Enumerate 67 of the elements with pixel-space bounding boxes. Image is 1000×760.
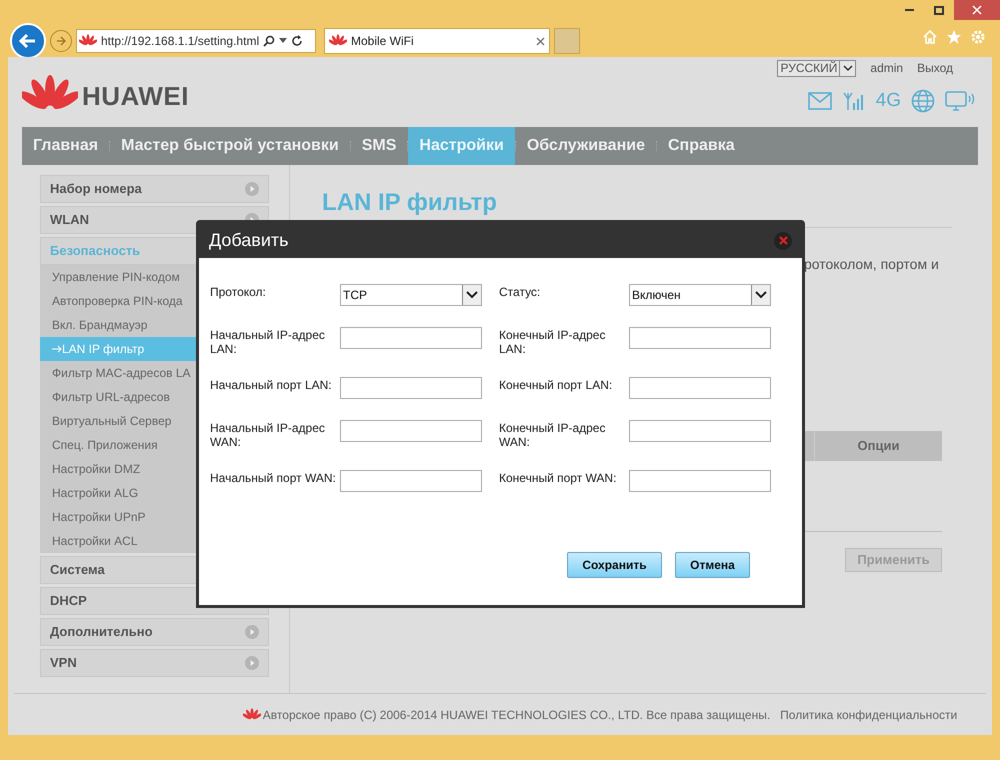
input-field[interactable] (629, 327, 771, 349)
close-button[interactable] (954, 0, 1000, 20)
privacy-link[interactable]: Политика конфиденциальности (780, 706, 958, 724)
mail-icon (808, 92, 832, 110)
field-label: Начальный порт LAN: (210, 377, 333, 392)
tab-close-icon[interactable] (536, 36, 545, 46)
field-label: Конечный порт LAN: (499, 377, 614, 392)
nav-tab[interactable]: Справка (656, 127, 746, 165)
nav-tab[interactable]: Настройки (408, 127, 515, 165)
browser-tab[interactable]: Mobile WiFi (324, 28, 550, 54)
monitor-icon (945, 90, 975, 112)
field-label: Статус: (499, 284, 542, 299)
nav-tab[interactable]: Мастер быстрой установки (110, 127, 350, 165)
search-icon[interactable] (263, 35, 276, 47)
select-field[interactable]: TCP (340, 284, 482, 306)
caret-icon (755, 291, 767, 299)
home-icon[interactable] (922, 29, 938, 45)
nav-tab[interactable]: SMS (350, 127, 408, 165)
globe-icon (911, 89, 935, 114)
network-type: 4G (876, 89, 901, 113)
sidebar-group[interactable]: VPN (40, 649, 269, 677)
tab-title: Mobile WiFi (351, 33, 415, 50)
logout-link[interactable]: Выход (917, 59, 953, 77)
copyright-text: Авторское право (C) 2006-2014 HUAWEI TECHNOLOGIES CO., LTD. Все права защищены. (262, 706, 770, 724)
input-field[interactable] (629, 420, 771, 442)
input-field[interactable] (629, 470, 771, 492)
settings-icon[interactable] (970, 29, 986, 45)
sidebar-group[interactable]: Дополнительно (40, 618, 269, 646)
close-icon (972, 5, 982, 15)
back-button[interactable] (10, 23, 46, 59)
caret-icon (466, 291, 478, 299)
back-arrow-icon (18, 31, 38, 51)
sidebar-group[interactable]: Набор номера (40, 175, 269, 203)
field-label: Конечный IP-адрес WAN: (499, 420, 606, 449)
close-icon (778, 236, 788, 245)
user-link[interactable]: admin (870, 59, 904, 77)
forward-arrow-icon (55, 35, 67, 47)
arrow-icon (52, 345, 62, 353)
field-label: Протокол: (210, 284, 267, 299)
nav-tab[interactable]: Главная (22, 127, 110, 165)
input-field[interactable] (340, 470, 482, 492)
select-field[interactable]: Включен (629, 284, 771, 306)
input-field[interactable] (340, 377, 482, 399)
dialog-button[interactable]: Отмена (675, 552, 750, 578)
signal-icon (842, 91, 866, 112)
close-button[interactable] (774, 232, 792, 250)
input-field[interactable] (340, 327, 482, 349)
refresh-icon[interactable] (291, 35, 304, 47)
nav-tab[interactable]: Обслуживание (516, 127, 656, 165)
new-tab-button[interactable] (554, 28, 580, 54)
address-bar[interactable]: http://192.168.1.1/setting.html (76, 29, 316, 53)
brand-name: HUAWEI (82, 80, 189, 112)
address-text: http://192.168.1.1/setting.html (101, 33, 260, 50)
forward-button[interactable] (50, 30, 72, 52)
field-label: Конечный IP-адрес LAN: (499, 327, 606, 356)
caret-icon (842, 64, 853, 72)
field-label: Конечный порт WAN: (499, 470, 618, 485)
input-field[interactable] (629, 377, 771, 399)
star-icon[interactable] (946, 29, 962, 45)
column-header: Опции (856, 437, 900, 456)
dropdown-caret-icon[interactable] (279, 38, 288, 44)
dialog-button[interactable]: Сохранить (567, 552, 662, 578)
language-select[interactable]: РУССКИЙ (777, 60, 856, 76)
field-label: Начальный IP-адрес WAN: (210, 420, 326, 449)
field-label: Начальный порт WAN: (210, 470, 337, 485)
input-field[interactable] (340, 420, 482, 442)
description-text: ротоколом, портом и (804, 255, 940, 274)
